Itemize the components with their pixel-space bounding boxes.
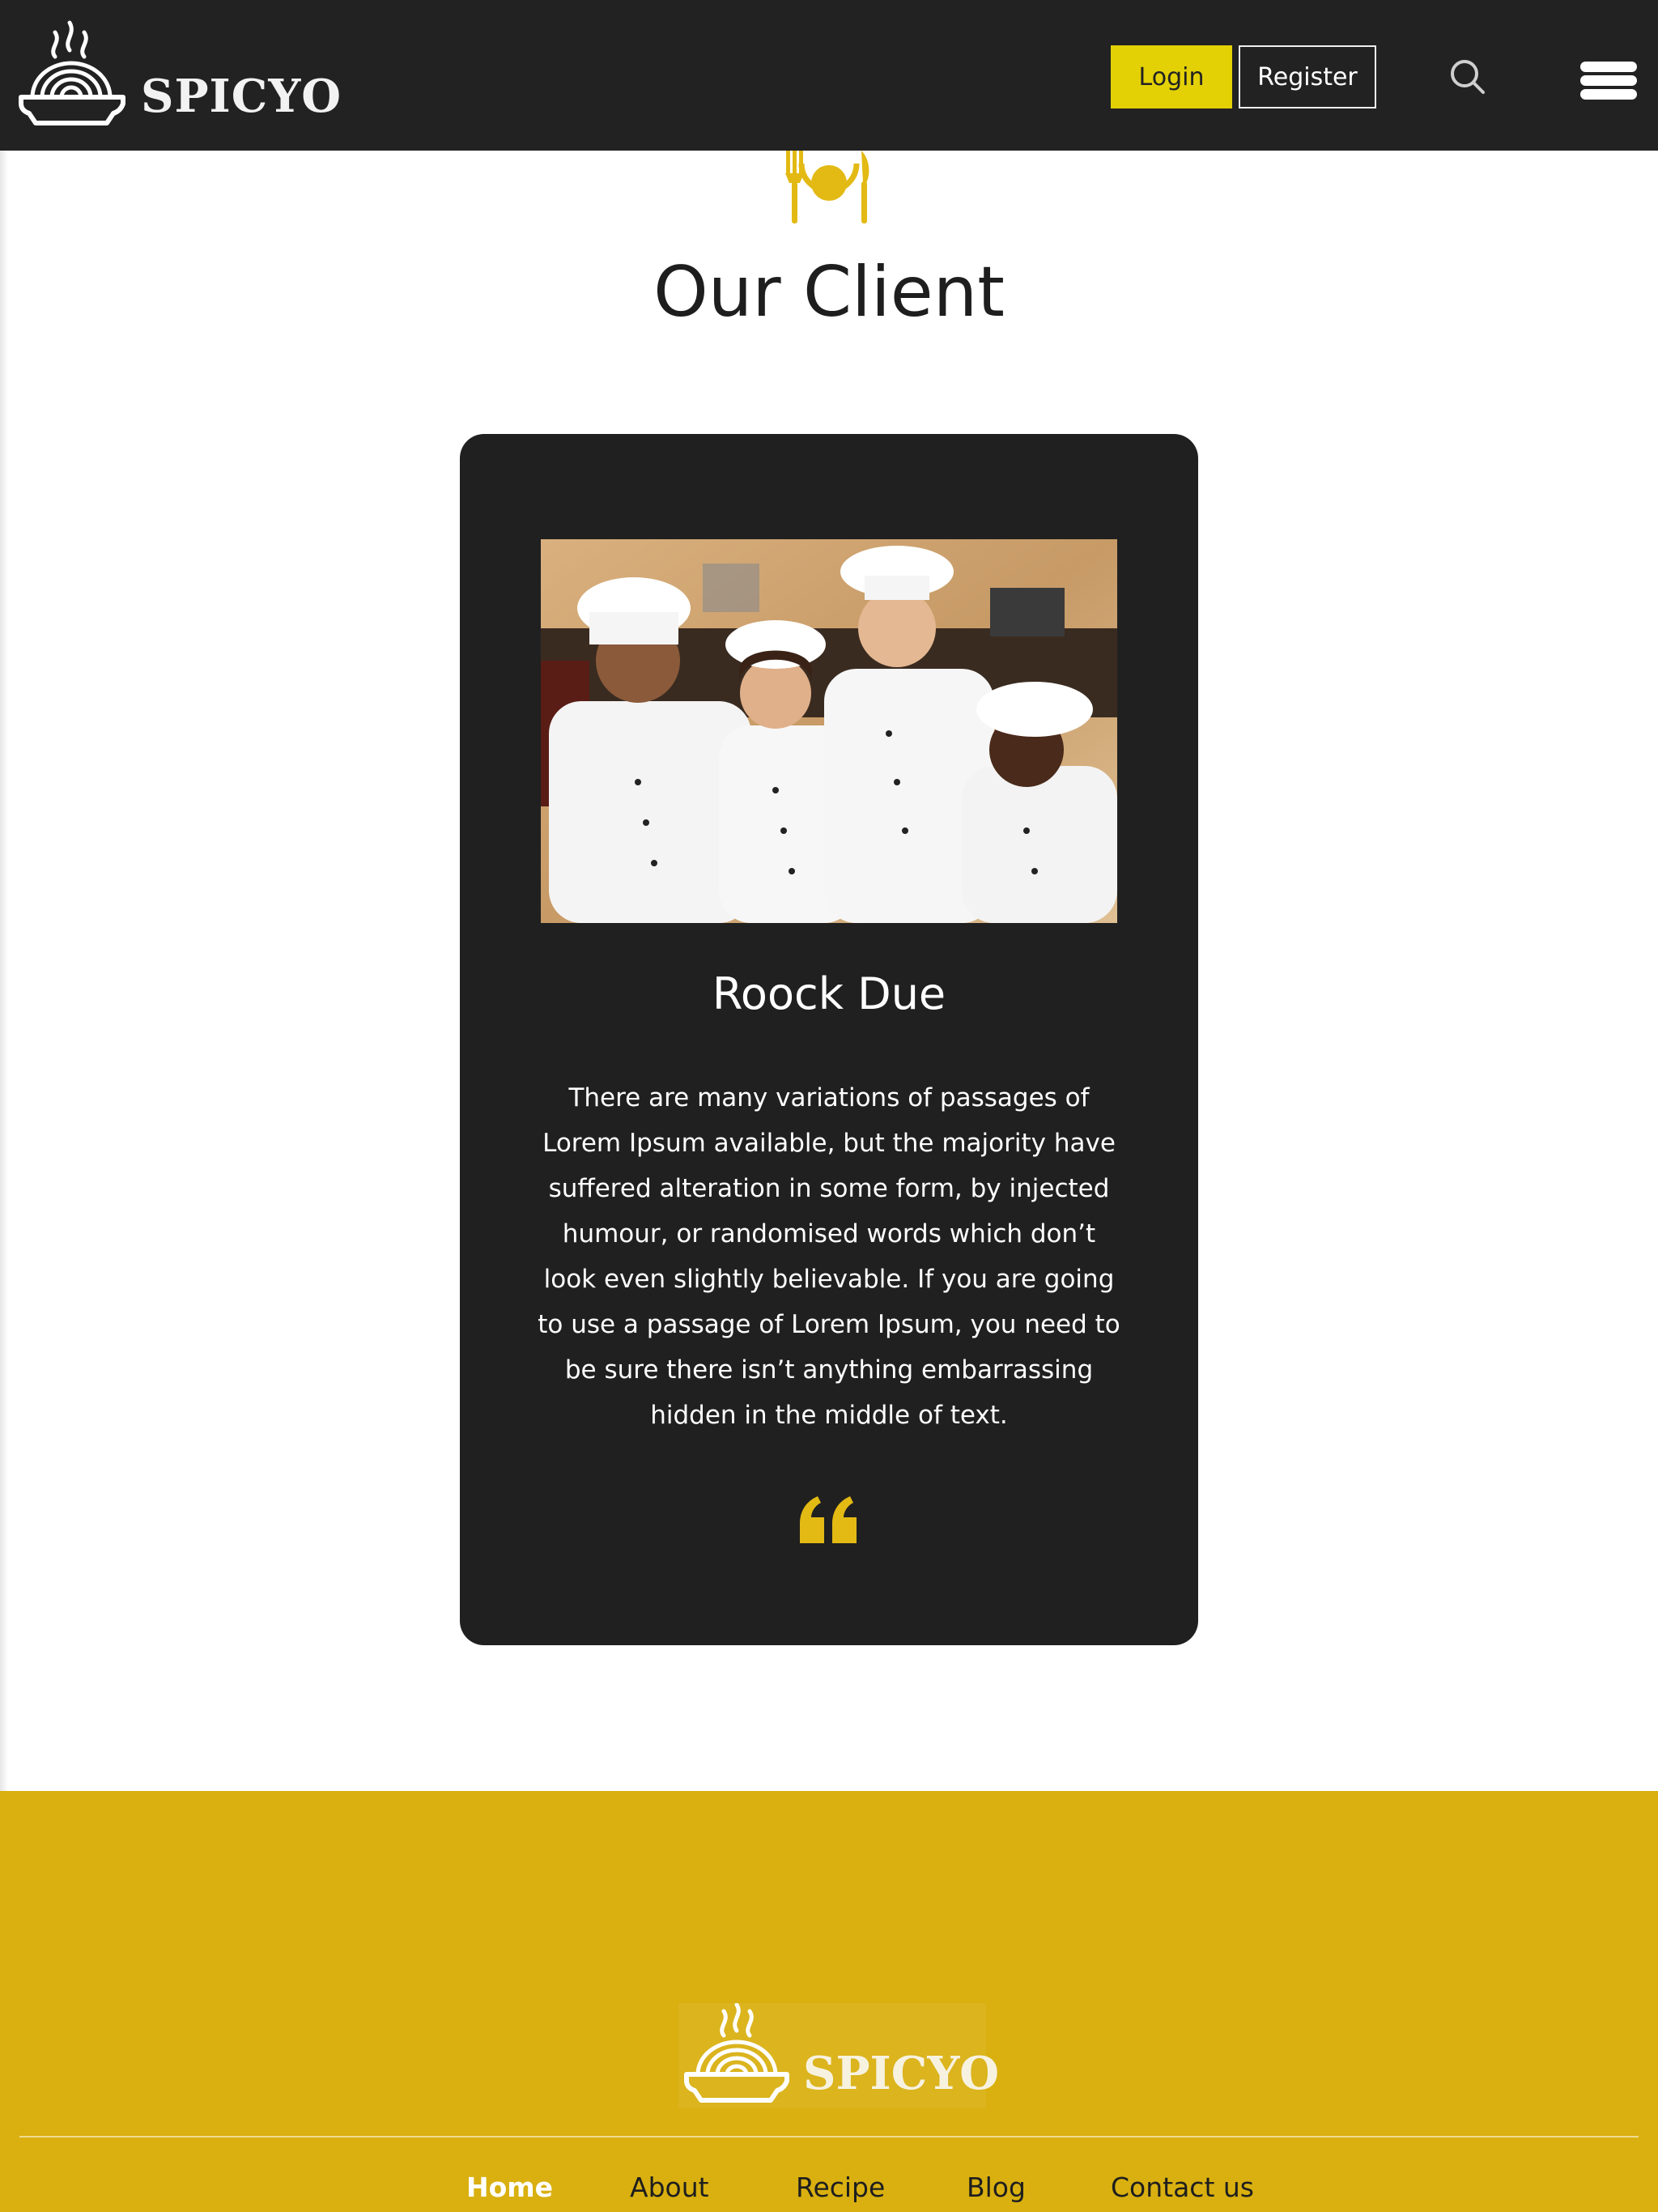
client-testimonial-text: There are many variations of passages of…	[538, 1083, 1120, 1430]
footer-nav-blog[interactable]: Blog	[967, 2172, 1026, 2203]
footer-nav-home[interactable]: Home	[466, 2172, 553, 2203]
footer-brand-name: SPICYO	[803, 2047, 1000, 2100]
footer-nav-contact[interactable]: Contact us	[1111, 2172, 1254, 2203]
brand-name: SPICYO	[141, 70, 342, 123]
hamburger-menu-button[interactable]	[1580, 57, 1639, 102]
section-title: Our Client	[653, 252, 1005, 333]
search-button[interactable]	[1448, 57, 1488, 97]
noodle-bowl-icon	[684, 2003, 789, 2103]
page-edge-shadow	[0, 151, 8, 1791]
quote-icon	[800, 1496, 857, 1543]
site-header: SPICYO Login Register	[0, 0, 1658, 151]
footer-nav-recipe[interactable]: Recipe	[796, 2172, 885, 2203]
site-footer: SPICYO Home About Recipe Blog Contact us	[0, 1791, 1658, 2212]
chefs-group-photo	[541, 539, 1117, 923]
hamburger-bar	[1580, 75, 1637, 86]
client-testimonial-card: Roock Due There are many variations of p…	[460, 434, 1198, 1645]
footer-nav-about[interactable]: About	[630, 2172, 709, 2203]
hamburger-menu-icon	[1580, 62, 1637, 72]
page: SPICYO Login Register Our Client Roock D…	[0, 0, 1658, 2212]
hamburger-bar	[1580, 89, 1637, 100]
search-icon	[1451, 60, 1485, 94]
footer-nav: Home About Recipe Blog Contact us	[0, 2172, 1658, 2212]
client-name: Roock Due	[712, 968, 946, 1019]
chefs-photo-illustration	[541, 539, 1117, 923]
register-button[interactable]: Register	[1239, 45, 1376, 108]
noodle-bowl-icon	[19, 20, 125, 125]
plate-cutlery-icon	[785, 151, 869, 223]
site-logo[interactable]: SPICYO	[18, 18, 341, 131]
footer-divider	[19, 2136, 1639, 2138]
login-button[interactable]: Login	[1111, 45, 1232, 108]
footer-logo[interactable]: SPICYO	[678, 2003, 999, 2108]
